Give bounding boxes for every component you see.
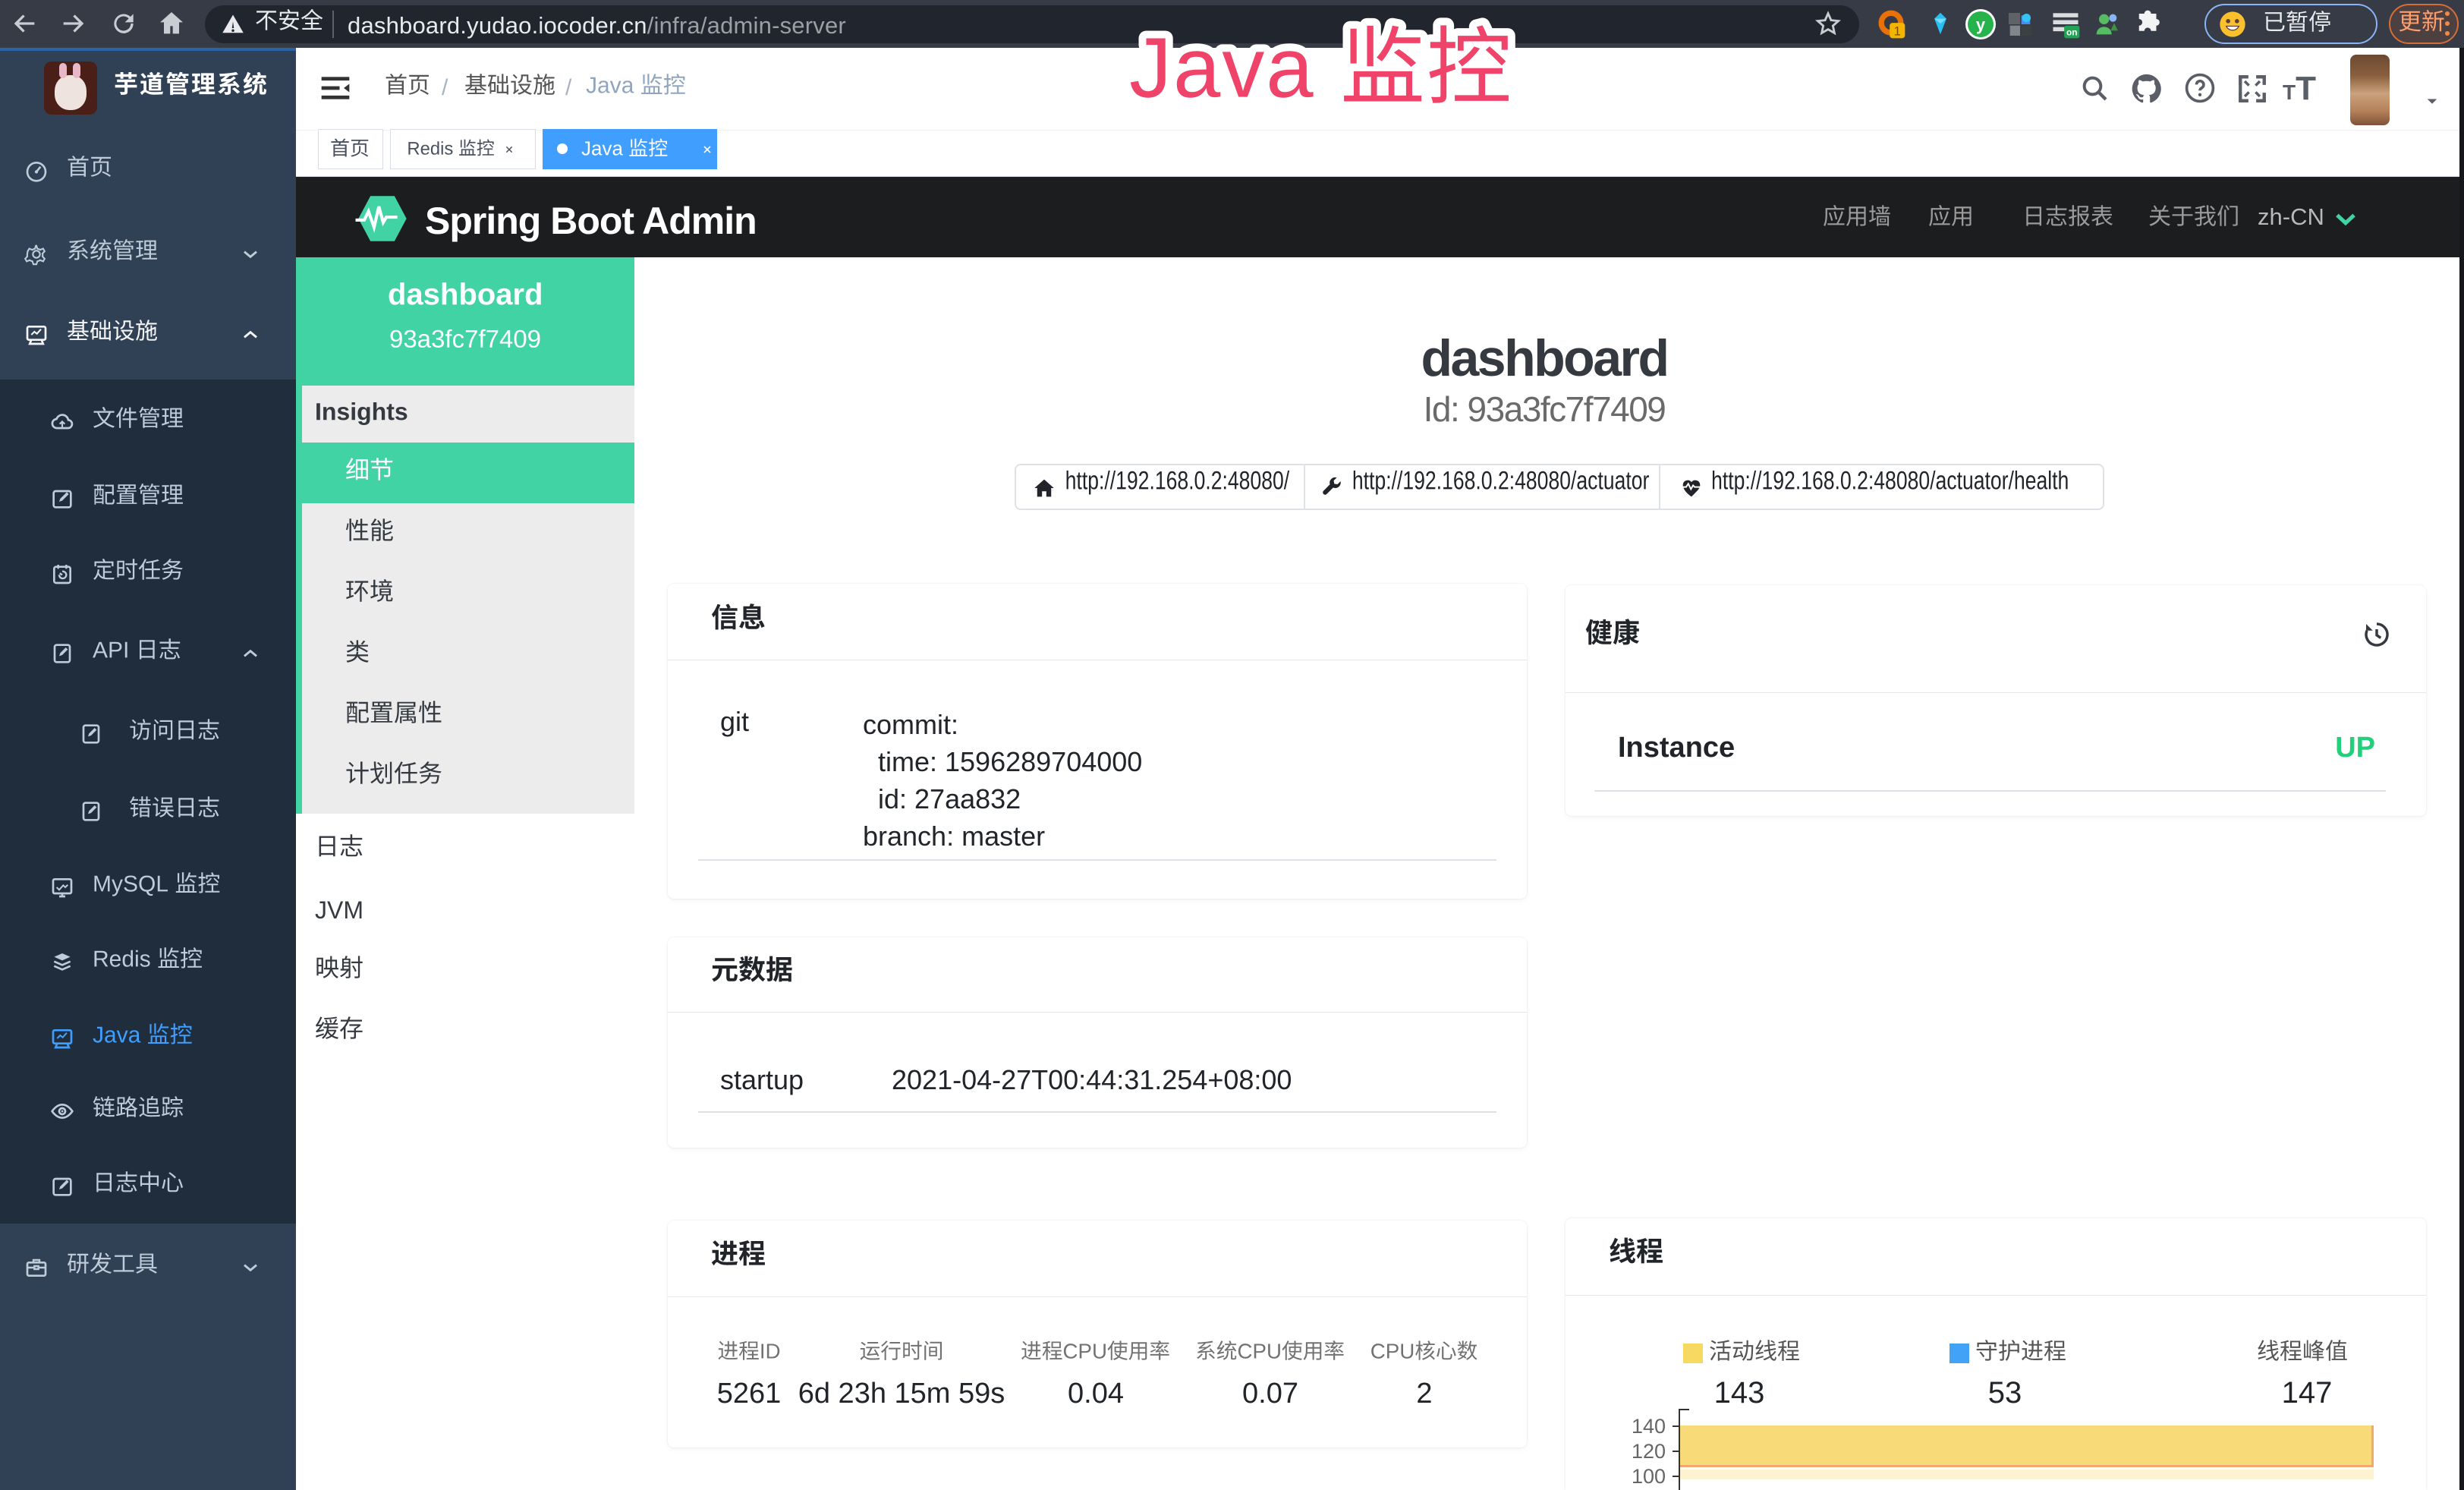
svg-text:1: 1 [1894, 25, 1901, 39]
svg-text:y: y [1976, 15, 1986, 34]
svg-text:on: on [2066, 27, 2078, 38]
